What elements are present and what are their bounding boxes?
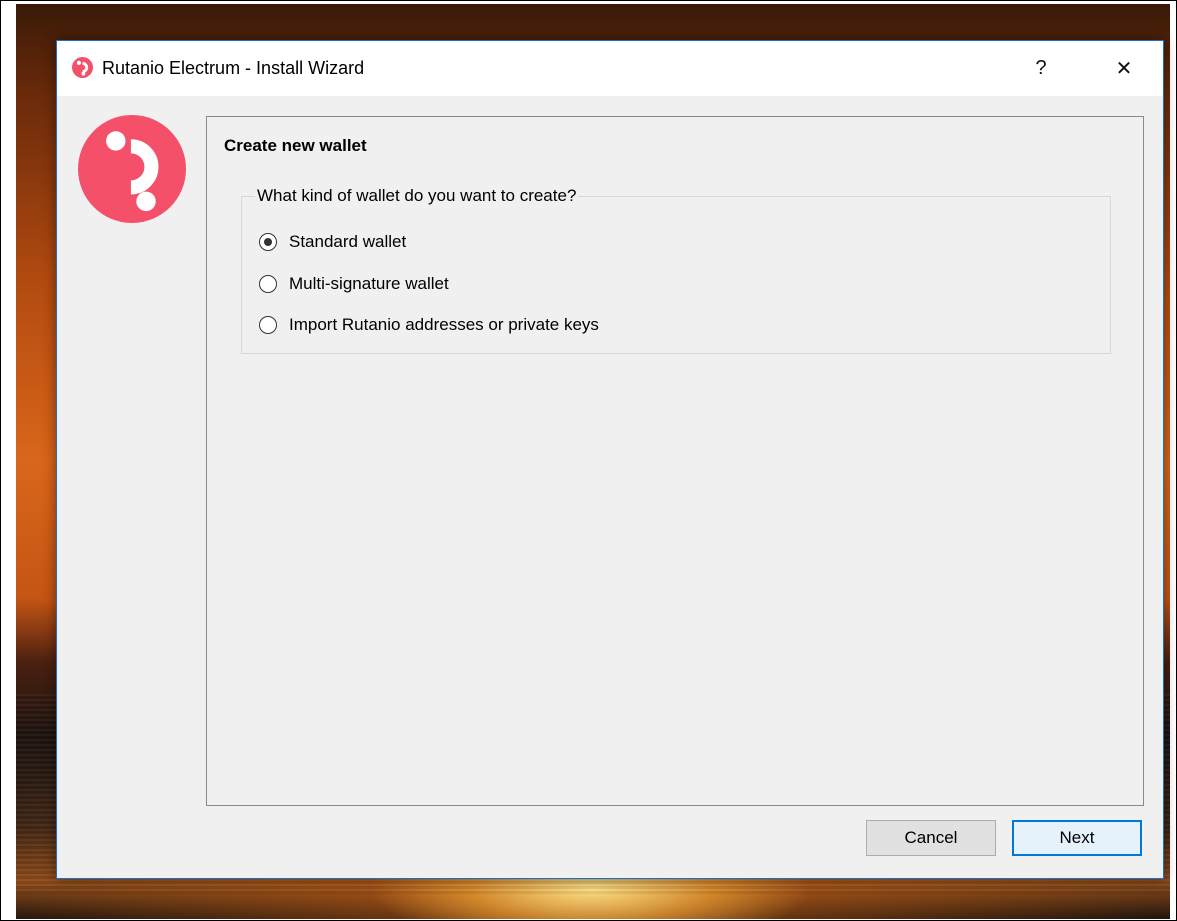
- option-multisig-wallet[interactable]: Multi-signature wallet: [259, 274, 449, 294]
- window-title: Rutanio Electrum - Install Wizard: [102, 58, 365, 78]
- wallet-type-groupbox: What kind of wallet do you want to creat…: [241, 185, 1111, 354]
- cancel-button[interactable]: Cancel: [866, 820, 996, 856]
- next-button[interactable]: Next: [1012, 820, 1142, 856]
- radio-unselected-icon[interactable]: [259, 275, 277, 293]
- radio-unselected-icon[interactable]: [259, 316, 277, 334]
- rutanio-logo-icon: [78, 115, 186, 223]
- groupbox-title: What kind of wallet do you want to creat…: [255, 185, 579, 207]
- page-title: Create new wallet: [224, 136, 367, 155]
- option-label: Multi-signature wallet: [289, 274, 449, 293]
- radio-selected-icon[interactable]: [259, 233, 277, 251]
- install-wizard-window: Rutanio Electrum - Install Wizard ? ✕ Cr…: [56, 40, 1164, 879]
- option-import-keys[interactable]: Import Rutanio addresses or private keys: [259, 315, 599, 335]
- wizard-content-panel: Create new wallet What kind of wallet do…: [206, 116, 1144, 806]
- close-button[interactable]: ✕: [1095, 41, 1153, 96]
- help-button[interactable]: ?: [1012, 41, 1070, 96]
- option-label: Import Rutanio addresses or private keys: [289, 315, 599, 334]
- title-bar: Rutanio Electrum - Install Wizard ? ✕: [57, 41, 1163, 96]
- option-standard-wallet[interactable]: Standard wallet: [259, 232, 406, 252]
- app-logo-icon: [72, 57, 93, 78]
- option-label: Standard wallet: [289, 232, 407, 251]
